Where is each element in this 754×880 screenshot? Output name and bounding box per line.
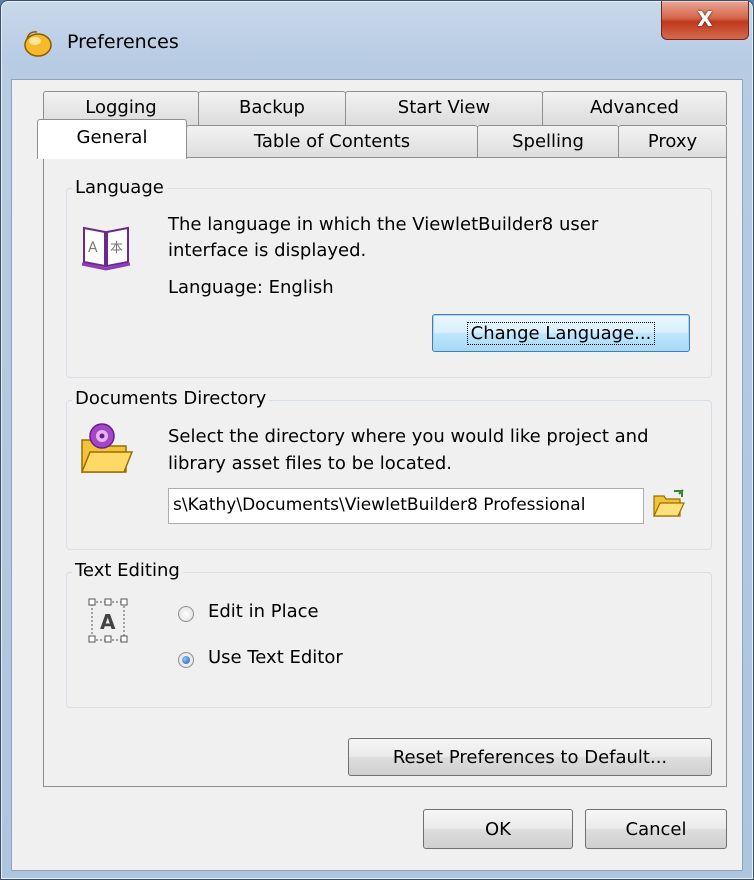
svg-text:A: A: [88, 240, 98, 256]
documents-group-label: Documents Directory: [72, 388, 270, 409]
current-language-text: Language: English: [168, 277, 334, 298]
language-description-line2: interface is displayed.: [168, 240, 367, 261]
text-frame-icon: A: [88, 598, 128, 643]
folder-icon: [80, 423, 134, 473]
text-editing-group: [66, 572, 712, 708]
change-language-label: Change Language...: [466, 321, 656, 345]
documents-description-line1: Select the directory where you would lik…: [168, 426, 649, 447]
open-folder-icon[interactable]: [652, 488, 686, 520]
tab-advanced[interactable]: Advanced: [542, 91, 727, 125]
preferences-window: Preferences X Logging Backup Start View …: [0, 0, 754, 880]
book-language-icon: A 本: [81, 226, 131, 271]
tab-spelling[interactable]: Spelling: [477, 125, 619, 159]
edit-in-place-label[interactable]: Edit in Place: [208, 601, 319, 622]
documents-description-line2: library asset files to be located.: [168, 453, 453, 474]
language-group-label: Language: [72, 177, 167, 198]
window-title: Preferences: [67, 31, 179, 53]
tab-general[interactable]: General: [37, 119, 187, 159]
general-tab-panel: Language A 本 The language in which the V…: [43, 157, 727, 787]
use-text-editor-radio[interactable]: [178, 652, 194, 668]
use-text-editor-label[interactable]: Use Text Editor: [208, 647, 343, 668]
tab-table-of-contents[interactable]: Table of Contents: [186, 125, 478, 159]
title-bar[interactable]: Preferences X: [1, 1, 753, 81]
close-icon: X: [697, 7, 713, 31]
close-button[interactable]: X: [661, 1, 749, 40]
svg-text:A: A: [100, 610, 116, 634]
app-logo-icon: [24, 31, 52, 57]
edit-in-place-radio[interactable]: [178, 606, 194, 622]
text-editing-group-label: Text Editing: [72, 560, 183, 581]
ok-button[interactable]: OK: [423, 809, 573, 849]
tab-start-view[interactable]: Start View: [345, 91, 543, 125]
documents-directory-group: [66, 400, 712, 550]
tab-backup[interactable]: Backup: [198, 91, 346, 125]
language-description-line1: The language in which the ViewletBuilder…: [168, 214, 599, 235]
cancel-button[interactable]: Cancel: [585, 809, 727, 849]
documents-path-field[interactable]: s\Kathy\Documents\ViewletBuilder8 Profes…: [168, 488, 644, 524]
tab-proxy[interactable]: Proxy: [618, 125, 727, 159]
svg-text:本: 本: [110, 241, 123, 256]
reset-preferences-button[interactable]: Reset Preferences to Default...: [348, 738, 712, 776]
change-language-button[interactable]: Change Language...: [432, 314, 690, 352]
